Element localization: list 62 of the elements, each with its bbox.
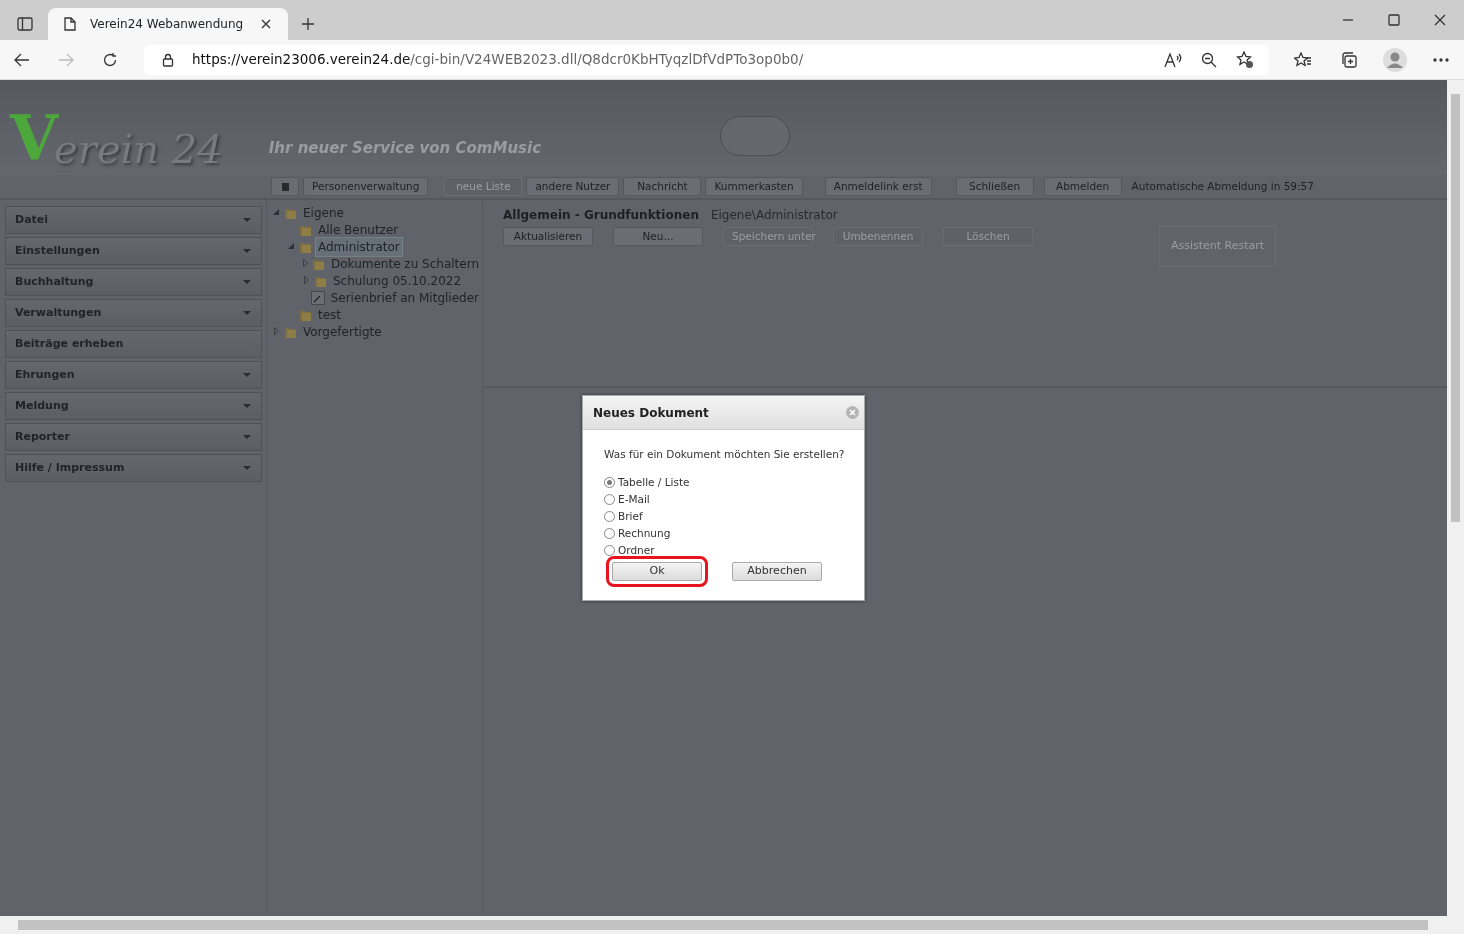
option-label[interactable]: Rechnung <box>618 525 671 542</box>
menu-item[interactable]: Buchhaltung <box>5 268 262 296</box>
expand-icon[interactable] <box>302 259 308 267</box>
option-label[interactable]: E-Mail <box>618 491 650 508</box>
radio-button[interactable] <box>604 477 615 489</box>
menu-item[interactable]: Ehrungen <box>5 361 262 389</box>
menu-item[interactable]: Hilfe / Impressum <box>5 454 262 482</box>
toolbar-button[interactable]: Schließen <box>955 177 1034 196</box>
panel-title: Allgemein - Grundfunktionen <box>503 207 699 224</box>
dialog-title: Neues Dokument <box>593 404 709 422</box>
tagline: Ihr neuer Service von ComMusic <box>268 137 542 159</box>
browser-tab[interactable]: Verein24 Webanwendung <box>48 8 288 40</box>
caret-icon <box>243 280 251 284</box>
profile-avatar[interactable] <box>1383 47 1407 72</box>
toolbar-button[interactable]: andere Nutzer <box>526 177 620 196</box>
radio-button[interactable] <box>604 528 615 540</box>
tree-item[interactable]: Administrator <box>315 236 403 257</box>
caret-icon <box>243 311 251 315</box>
vertical-scrollbar[interactable] <box>1447 80 1464 916</box>
radio-button[interactable] <box>604 511 615 523</box>
tab-title: Verein24 Webanwendung <box>90 16 245 33</box>
url-text: https://verein23006.verein24.de/cgi-bin/V24WEB2023.dll/Q8dcr0KbHTyqzlDfVdPTo3op0b0/ <box>192 50 805 70</box>
radio-button[interactable] <box>604 545 615 557</box>
toolbar-button[interactable]: Anmeldelink erst <box>824 177 932 196</box>
caret-icon <box>243 218 251 222</box>
folder-path: Eigene\Administrator <box>710 207 838 224</box>
action-button[interactable]: Neu... <box>613 227 703 246</box>
radio-button[interactable] <box>604 494 615 506</box>
caret-icon <box>243 404 251 408</box>
option-label[interactable]: Tabelle / Liste <box>618 474 690 491</box>
caret-icon <box>243 249 251 253</box>
menu-item[interactable]: Meldung <box>5 392 262 420</box>
collapse-icon[interactable] <box>273 209 279 215</box>
dialog-button[interactable]: Abbrechen <box>732 561 822 581</box>
expand-icon[interactable] <box>303 276 309 284</box>
square-icon <box>281 183 289 191</box>
address-bar[interactable]: https://verein23006.verein24.de/cgi-bin/V24WEB2023.dll/Q8dcr0KbHTyqzlDfVdPTo3op0b0/ <box>144 44 1269 75</box>
toolbar-button[interactable] <box>271 177 299 196</box>
scrollbar-thumb[interactable] <box>18 920 1428 930</box>
expand-icon[interactable] <box>273 327 279 335</box>
menu-item[interactable]: Beiträge erheben <box>5 330 262 358</box>
collapse-icon[interactable] <box>288 243 294 249</box>
caret-icon <box>243 435 251 439</box>
action-button[interactable]: Aktualisieren <box>503 227 593 246</box>
toolbar-button[interactable]: Abmelden <box>1043 177 1122 196</box>
menu-item[interactable]: Einstellungen <box>5 237 262 265</box>
option-label[interactable]: Brief <box>618 508 643 525</box>
option-label[interactable]: Ordner <box>618 542 655 559</box>
toolbar-button[interactable]: Personenverwaltung <box>303 177 429 196</box>
caret-icon <box>243 373 251 377</box>
dialog-question: Was für ein Dokument möchten Sie erstellen? <box>604 447 846 462</box>
toolbar-button[interactable]: Nachricht <box>623 177 702 196</box>
toggle-knob <box>720 116 790 156</box>
auto-logout-text: Automatische Abmeldung in 59:57 <box>1131 178 1314 194</box>
menu-item[interactable]: Reporter <box>5 423 262 451</box>
toolbar-button[interactable]: Kummerkasten <box>705 177 803 196</box>
menu-item[interactable]: Verwaltungen <box>5 299 262 327</box>
scrollbar-thumb[interactable] <box>1451 94 1460 522</box>
document-icon <box>310 290 325 305</box>
menu-item[interactable]: Datei <box>5 206 262 234</box>
caret-icon <box>243 466 251 470</box>
horizontal-scrollbar[interactable] <box>0 916 1464 934</box>
